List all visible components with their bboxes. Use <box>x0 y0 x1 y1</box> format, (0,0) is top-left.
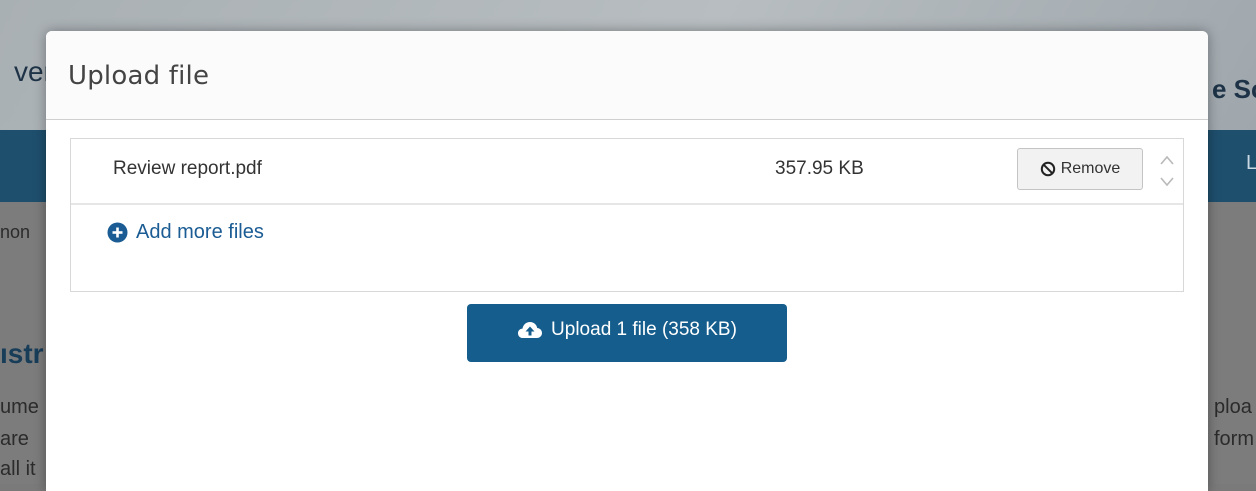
background-site-title-right-fragment: e Sc <box>1212 74 1256 104</box>
file-list-panel: Review report.pdf 357.95 KB Remove Add m… <box>70 138 1184 292</box>
file-size: 357.95 KB <box>775 158 864 179</box>
plus-circle-icon <box>107 222 128 243</box>
dialog-header: Upload file <box>46 31 1208 120</box>
upload-files-button[interactable]: Upload 1 file (358 KB) <box>467 304 787 362</box>
chevron-up-icon <box>1160 155 1174 165</box>
background-paragraph-fragment: all it <box>0 458 36 480</box>
add-more-files-link[interactable]: Add more files <box>107 221 264 244</box>
cloud-upload-icon <box>517 320 543 340</box>
add-more-files-label: Add more files <box>136 221 264 243</box>
file-name: Review report.pdf <box>113 158 262 179</box>
background-paragraph-fragment: form <box>1214 428 1254 450</box>
dialog-title: Upload file <box>68 61 210 91</box>
remove-file-button[interactable]: Remove <box>1017 148 1143 190</box>
background-paragraph-fragment: are <box>0 428 29 450</box>
file-row: Review report.pdf 357.95 KB Remove <box>71 139 1183 205</box>
ban-icon <box>1040 161 1056 177</box>
background-heading-fragment: ıstr <box>0 338 44 369</box>
background-paragraph-fragment: ploa <box>1214 396 1252 418</box>
chevron-down-icon <box>1160 177 1174 187</box>
background-nav-link-fragment: L <box>1246 152 1256 174</box>
file-list-scroller[interactable] <box>1157 147 1177 195</box>
background-breadcrumb-fragment: non <box>0 222 31 242</box>
background-paragraph-fragment: ume <box>0 396 39 418</box>
upload-button-label: Upload 1 file (358 KB) <box>551 319 737 340</box>
remove-button-label: Remove <box>1060 160 1121 177</box>
upload-file-dialog: Upload file Review report.pdf 357.95 KB … <box>46 31 1208 491</box>
